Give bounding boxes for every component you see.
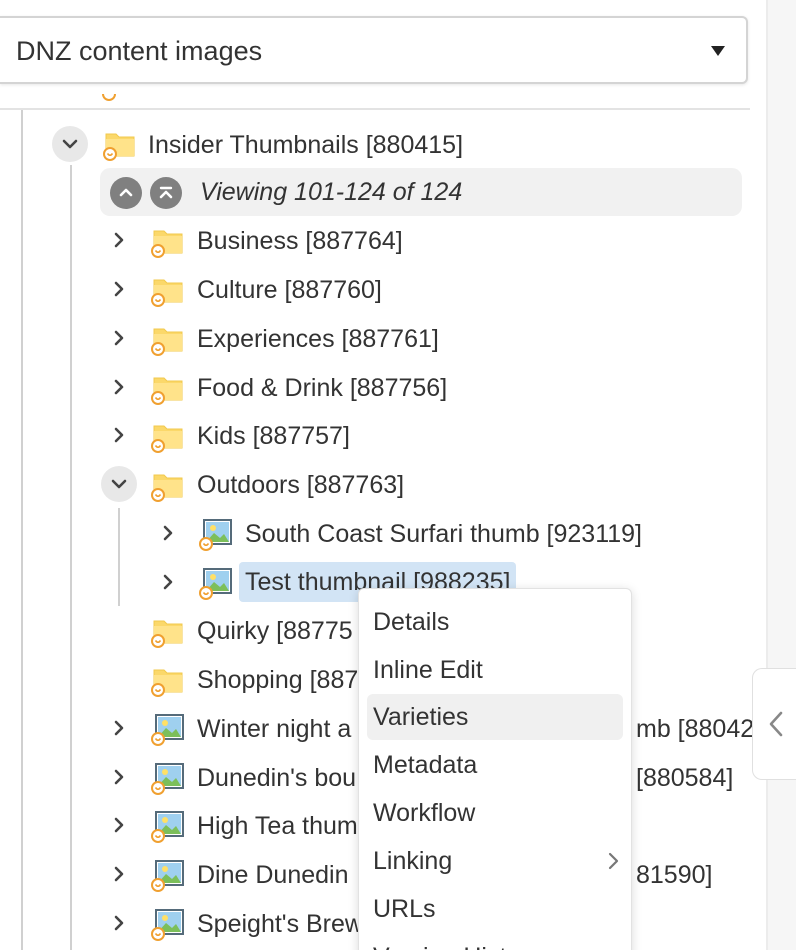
tree-node-label[interactable]: Dunedin's bou [197,758,356,798]
image-thumbnail-icon [150,808,186,844]
image-thumbnail-icon [150,711,186,747]
expand-toggle[interactable] [101,222,137,258]
menu-item-metadata[interactable]: Metadata [367,742,623,788]
chevron-right-icon [114,427,124,443]
tree-node-label[interactable]: Insider Thumbnails [880415] [148,125,463,165]
repository-dropdown[interactable]: DNZ content images [0,16,748,84]
tree-node-label[interactable]: Kids [887757] [197,416,350,456]
chevron-right-icon [163,525,173,541]
menu-item-urls[interactable]: URLs [367,886,623,932]
paging-bar: Viewing 101-124 of 124 [100,168,742,216]
chevron-right-icon [114,720,124,736]
tree-node-label[interactable]: Dine Dunedin [197,855,349,895]
chevron-right-icon [114,379,124,395]
tree-node-label[interactable]: Outdoors [887763] [197,465,404,505]
tree-node-label-tail: mb [88042 [636,715,755,743]
folder-icon [150,662,186,698]
collapse-panel-button[interactable] [752,668,796,780]
tree-node-label[interactable]: Business [887764] [197,221,403,261]
folder-icon [150,467,186,503]
tree-node-label[interactable]: Quirky [88775 [197,611,353,651]
tree-node-label-tail: 81590] [636,861,713,889]
expand-toggle[interactable] [101,369,137,405]
page-first-icon [159,186,173,199]
menu-item-version-history[interactable]: Version History [367,934,623,950]
expand-toggle[interactable] [101,417,137,453]
tree-node-label[interactable]: Food & Drink [887756] [197,368,447,408]
folder-icon [150,321,186,357]
expand-toggle[interactable] [101,759,137,795]
chevron-right-icon [114,769,124,785]
menu-item-details[interactable]: Details [367,599,623,645]
side-panel-edge [766,0,796,950]
expand-toggle[interactable] [101,320,137,356]
tree-node-label[interactable]: Experiences [887761] [197,319,439,359]
chevron-right-icon [114,866,124,882]
chevron-right-icon [114,330,124,346]
tree-node-label-tail: [880584] [636,764,734,792]
tree-node-label[interactable]: Shopping [887 [197,660,358,700]
paging-status-text: Viewing 101-124 of 124 [200,178,463,206]
image-thumbnail-icon [150,906,186,942]
folder-icon [150,223,186,259]
expand-toggle[interactable] [101,710,137,746]
tree-node-label[interactable]: South Coast Surfari thumb [923119] [245,514,642,554]
repository-dropdown-value: DNZ content images [16,36,263,66]
dropdown-caret-icon [711,46,725,56]
tree-guide-line [70,165,72,950]
folder-icon [150,272,186,308]
folder-icon [150,418,186,454]
expand-toggle[interactable] [150,564,186,600]
content-tree-panel: DNZ content images Insider Thumbnails [8… [0,0,766,950]
image-thumbnail-icon [198,565,234,601]
paging-first-button[interactable] [150,177,182,209]
menu-item-inline-edit[interactable]: Inline Edit [367,647,623,693]
folder-icon [102,126,138,162]
tree-node-label[interactable]: Winter night a [197,709,351,749]
tree-node-label[interactable]: Culture [887760] [197,270,382,310]
expand-toggle[interactable] [101,905,137,941]
chevron-right-icon [114,915,124,931]
collapse-toggle[interactable] [52,126,88,162]
image-thumbnail-icon [150,760,186,796]
tree-node-label[interactable]: Speight's Brew [197,904,363,944]
chevron-up-icon [119,188,133,197]
image-thumbnail-icon [150,857,186,893]
chevron-left-icon [769,711,783,737]
menu-item-varieties[interactable]: Varieties [367,694,623,740]
expand-toggle[interactable] [150,515,186,551]
collapse-toggle[interactable] [101,466,137,502]
expand-toggle[interactable] [101,856,137,892]
context-menu: Details Inline Edit Varieties Metadata W… [358,588,632,950]
tree-guide-line [118,508,120,606]
tree-node-label[interactable]: High Tea thum [197,806,358,846]
scrolled-node-fragment [100,94,140,110]
folder-icon [150,613,186,649]
chevron-right-icon [608,852,619,870]
image-thumbnail-icon [198,516,234,552]
chevron-right-icon [114,281,124,297]
paging-previous-button[interactable] [110,177,142,209]
chevron-right-icon [114,817,124,833]
chevron-right-icon [114,232,124,248]
chevron-down-icon [62,139,78,149]
folder-icon [150,370,186,406]
menu-item-label: Linking [373,847,453,875]
expand-toggle[interactable] [101,271,137,307]
chevron-right-icon [163,574,173,590]
tree-guide-line [21,110,23,950]
chevron-down-icon [111,479,127,489]
menu-item-linking[interactable]: Linking [367,838,623,884]
expand-toggle[interactable] [101,807,137,843]
menu-item-workflow[interactable]: Workflow [367,790,623,836]
